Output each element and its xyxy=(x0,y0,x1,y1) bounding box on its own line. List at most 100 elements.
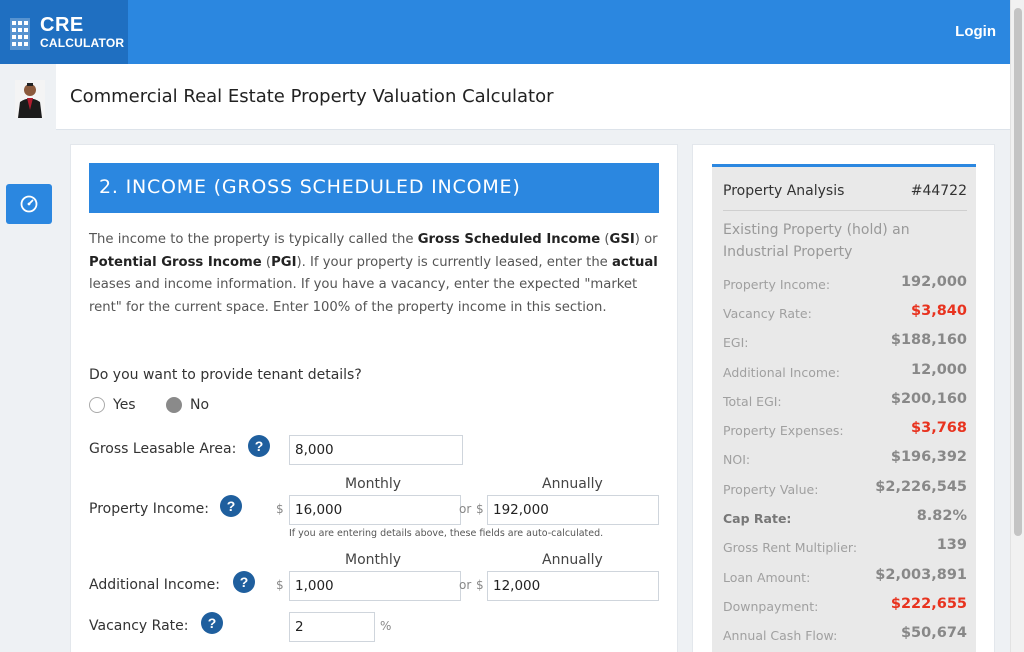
row-value: $3,840 xyxy=(911,303,967,319)
brand-line2: CALCULATOR xyxy=(40,36,125,50)
tenant-question: Do you want to provide tenant details? xyxy=(89,367,362,383)
row-label: NOI: xyxy=(723,452,751,467)
currency-symbol: $ xyxy=(276,578,284,592)
additional-income-annual-input[interactable] xyxy=(487,571,659,601)
currency-symbol: $ xyxy=(276,502,284,516)
intro-text: ) or xyxy=(634,232,658,247)
radio-button-selected[interactable] xyxy=(166,397,182,413)
income-form-card: 2. INCOME (GROSS SCHEDULED INCOME) The i… xyxy=(70,144,678,652)
property-income-annual-input[interactable] xyxy=(487,495,659,525)
property-income-monthly-input[interactable] xyxy=(289,495,461,525)
additional-income-label: Additional Income: xyxy=(89,577,220,593)
login-link[interactable]: Login xyxy=(955,23,996,40)
help-icon[interactable]: ? xyxy=(201,612,223,634)
analysis-id: #44722 xyxy=(910,183,967,199)
row-value: $222,655 xyxy=(890,596,967,612)
analysis-row: Property Expenses: $3,768 xyxy=(723,420,967,440)
gla-input[interactable] xyxy=(289,435,463,465)
property-analysis-card: Property Analysis #44722 Existing Proper… xyxy=(692,144,995,652)
intro-bold: PGI xyxy=(271,254,297,270)
analysis-row: Total EGI: $200,160 xyxy=(723,391,967,411)
row-label: Gross Rent Multiplier: xyxy=(723,540,858,555)
analysis-row: Annual Cash Flow: $50,674 xyxy=(723,625,967,645)
page-header: Commercial Real Estate Property Valuatio… xyxy=(56,64,1010,130)
top-navbar: CRE CALCULATOR Login xyxy=(0,0,1010,64)
row-label: Additional Income: xyxy=(723,365,840,380)
annually-header: Annually xyxy=(542,476,603,492)
or-label: or xyxy=(459,502,472,516)
analysis-row: Additional Income: 12,000 xyxy=(723,362,967,382)
analysis-row: NOI: $196,392 xyxy=(723,449,967,469)
section-header: 2. INCOME (GROSS SCHEDULED INCOME) xyxy=(89,163,659,213)
analysis-row: Property Income: 192,000 xyxy=(723,274,967,294)
tenant-yes-radio[interactable]: Yes xyxy=(89,397,136,413)
annually-header: Annually xyxy=(542,552,603,568)
vacancy-rate-input[interactable] xyxy=(289,612,375,642)
analysis-row: EGI: $188,160 xyxy=(723,332,967,352)
auto-calc-note: If you are entering details above, these… xyxy=(289,528,604,539)
analysis-header: Property Analysis #44722 xyxy=(723,181,967,211)
currency-symbol: $ xyxy=(476,578,484,592)
brand-logo[interactable]: CRE CALCULATOR xyxy=(0,0,128,64)
analysis-row: Downpayment: $222,655 xyxy=(723,596,967,616)
or-label: or xyxy=(459,578,472,592)
row-value: $196,392 xyxy=(890,449,967,465)
analysis-description: Existing Property (hold) an Industrial P… xyxy=(723,222,910,260)
intro-bold: Gross Scheduled Income xyxy=(417,232,601,247)
row-label: Property Expenses: xyxy=(723,423,844,438)
page-title: Commercial Real Estate Property Valuatio… xyxy=(70,86,554,107)
currency-symbol: $ xyxy=(476,502,484,516)
help-icon[interactable]: ? xyxy=(220,495,242,517)
additional-income-monthly-input[interactable] xyxy=(289,571,461,601)
section-intro: The income to the property is typically … xyxy=(89,229,664,319)
intro-text: ( xyxy=(600,232,610,247)
avatar[interactable] xyxy=(15,80,45,118)
speedometer-icon xyxy=(20,195,38,213)
radio-label: Yes xyxy=(113,397,136,413)
help-icon[interactable]: ? xyxy=(248,435,270,457)
radio-label: No xyxy=(190,397,210,413)
dashboard-button[interactable] xyxy=(6,184,52,224)
row-value: $3,768 xyxy=(911,420,967,436)
tenant-no-radio[interactable]: No xyxy=(166,397,209,413)
intro-text: leases and income information. If you ha… xyxy=(89,277,638,315)
help-icon[interactable]: ? xyxy=(233,571,255,593)
row-label: Cap Rate: xyxy=(723,511,792,526)
analysis-row: Vacancy Rate: $3,840 xyxy=(723,303,967,323)
row-value: 192,000 xyxy=(900,274,967,290)
row-value: $200,160 xyxy=(890,391,967,407)
scrollbar-thumb[interactable] xyxy=(1014,8,1022,536)
row-value: 12,000 xyxy=(911,362,967,378)
row-label: Property Value: xyxy=(723,482,819,497)
analysis-row: Loan Amount: $2,003,891 xyxy=(723,567,967,587)
row-label: Annual Cash Flow: xyxy=(723,628,838,643)
radio-button[interactable] xyxy=(89,397,105,413)
gla-label: Gross Leasable Area: xyxy=(89,441,237,457)
analysis-row: Cap Rate: 8.82% xyxy=(723,508,967,528)
row-label: Loan Amount: xyxy=(723,570,811,585)
intro-bold: Potential Gross Income xyxy=(89,254,262,270)
analysis-row: Property Value: $2,226,545 xyxy=(723,479,967,499)
row-label: Property Income: xyxy=(723,277,831,292)
page-scrollbar[interactable] xyxy=(1010,0,1024,652)
intro-bold: GSI xyxy=(609,232,635,247)
row-label: EGI: xyxy=(723,335,749,350)
analysis-row: Gross Rent Multiplier: 139 xyxy=(723,537,967,557)
analysis-title: Property Analysis xyxy=(723,183,845,199)
analysis-panel: Property Analysis #44722 Existing Proper… xyxy=(712,164,976,652)
monthly-header: Monthly xyxy=(345,552,402,568)
intro-bold: actual xyxy=(612,254,658,270)
brand-text: CRE CALCULATOR xyxy=(40,15,124,49)
intro-text: The income to the property is typically … xyxy=(89,232,418,247)
row-value: $2,003,891 xyxy=(875,567,967,583)
section-title: 2. INCOME (GROSS SCHEDULED INCOME) xyxy=(99,176,521,198)
row-value: $50,674 xyxy=(900,625,967,641)
brand-line1: CRE xyxy=(40,14,84,36)
row-value: $188,160 xyxy=(890,332,967,348)
intro-text: ( xyxy=(261,254,272,270)
percent-unit: % xyxy=(380,619,392,633)
intro-text: ). If your property is currently leased,… xyxy=(296,254,612,270)
row-value: 139 xyxy=(936,537,967,553)
property-income-label: Property Income: xyxy=(89,501,209,517)
vacancy-rate-label: Vacancy Rate: xyxy=(89,618,189,634)
